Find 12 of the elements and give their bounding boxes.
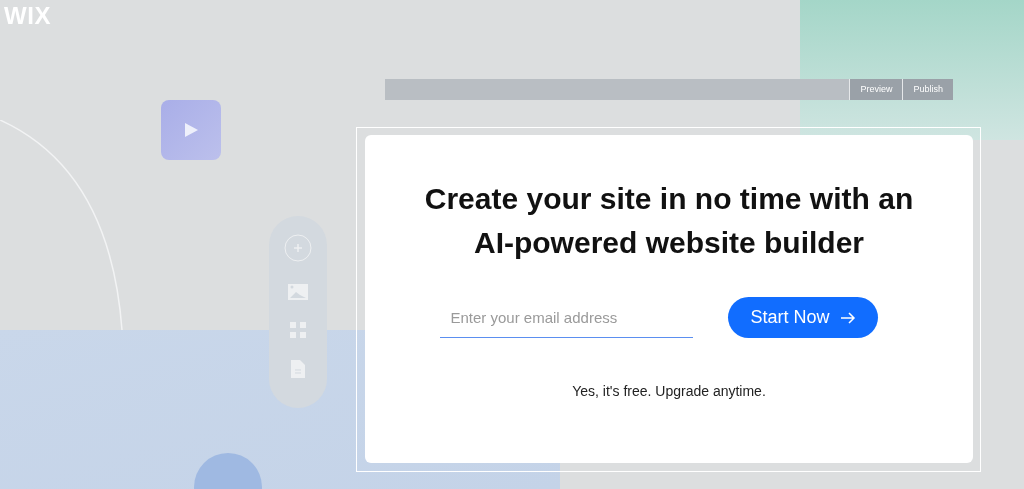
- hero-title: Create your site in no time with an AI-powered website builder: [424, 181, 914, 261]
- arrow-right-icon: [839, 311, 856, 324]
- play-icon: [183, 122, 199, 138]
- document-icon: [291, 360, 305, 378]
- add-icon: [284, 234, 312, 262]
- free-note: Yes, it's free. Upgrade anytime.: [572, 382, 766, 401]
- grid-icon: [290, 322, 306, 338]
- editor-bar-button[interactable]: Publish: [902, 79, 953, 100]
- start-now-button[interactable]: Start Now: [728, 297, 878, 338]
- image-icon: [288, 284, 308, 300]
- email-field[interactable]: Enter your email address: [440, 297, 694, 338]
- editor-bar-button[interactable]: Preview: [849, 79, 903, 100]
